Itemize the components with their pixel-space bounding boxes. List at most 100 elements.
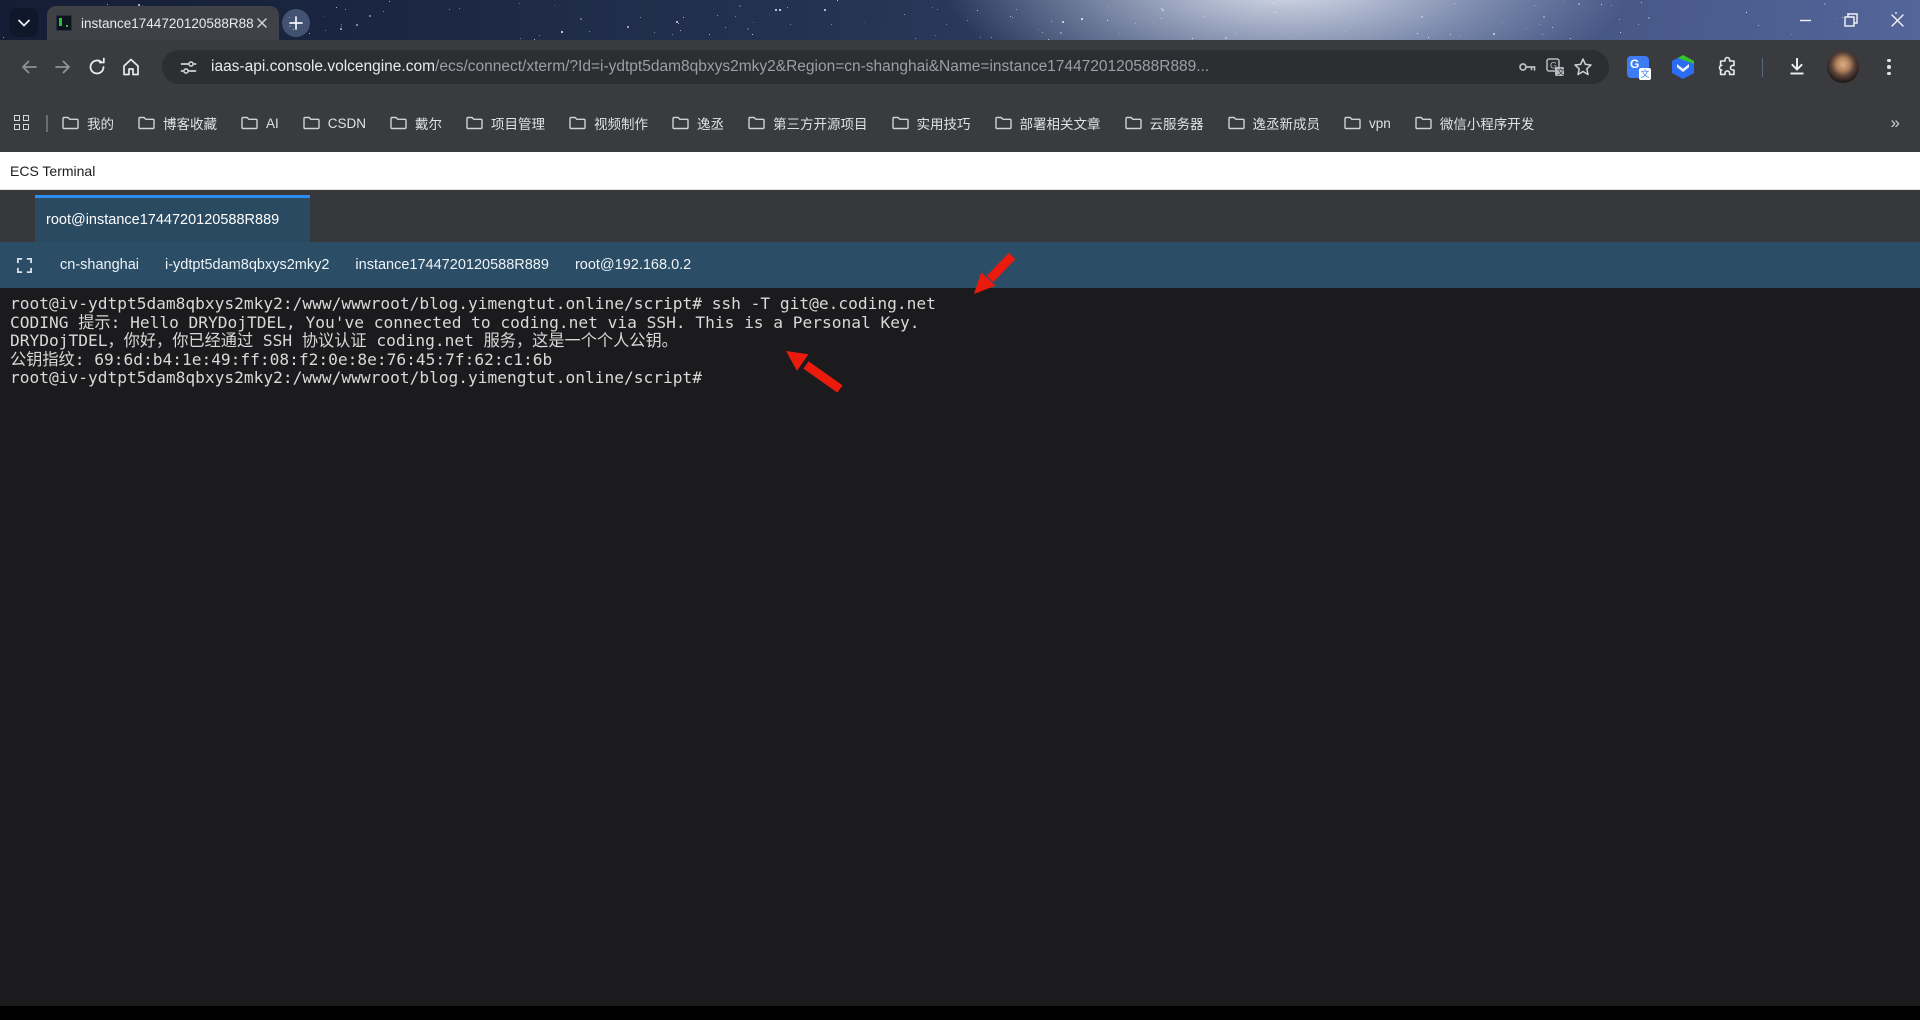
- terminal-line: root@iv-ydtpt5dam8qbxys2mky2:/www/wwwroo…: [10, 369, 1920, 388]
- bookmarks-overflow-chevron[interactable]: »: [1871, 113, 1900, 133]
- new-tab-button[interactable]: [282, 9, 310, 37]
- volcengine-extension-icon[interactable]: [1668, 52, 1698, 82]
- svg-text:文: 文: [1557, 66, 1565, 76]
- bookmark-folder-label: 实用技巧: [917, 113, 971, 133]
- browser-toolbar: iaas-api.console.volcengine.com/ecs/conn…: [0, 40, 1920, 94]
- info-user-host: root@192.168.0.2: [575, 257, 691, 273]
- bookmark-folder-label: CSDN: [328, 116, 366, 131]
- info-instance-id: i-ydtpt5dam8qbxys2mky2: [165, 257, 329, 273]
- forward-button[interactable]: [46, 50, 80, 84]
- browser-tab[interactable]: instance1744720120588R889: [47, 6, 279, 40]
- toolbar-extensions-area: G: [1623, 51, 1904, 83]
- forward-arrow-icon: [53, 57, 73, 77]
- minimize-button[interactable]: [1782, 0, 1828, 40]
- reload-icon: [87, 57, 107, 77]
- terminal-tab-strip: root@instance1744720120588R889: [0, 190, 1920, 242]
- bookmark-folder[interactable]: 微信小程序开发: [1415, 113, 1535, 133]
- ecs-page-header: ECS Terminal: [0, 152, 1920, 190]
- bookmark-folder[interactable]: 我的: [62, 113, 114, 133]
- bookmark-folder-label: 博客收藏: [163, 113, 217, 133]
- chevron-down-icon: [18, 19, 30, 27]
- toolbar-separator: [1762, 58, 1763, 77]
- terminal-session-tab[interactable]: root@instance1744720120588R889: [35, 195, 310, 242]
- bookmark-folder[interactable]: 博客收藏: [138, 113, 217, 133]
- bookmark-folder[interactable]: 第三方开源项目: [748, 113, 868, 133]
- restore-button[interactable]: [1828, 0, 1874, 40]
- browser-tab-strip: instance1744720120588R889: [0, 0, 1920, 40]
- bookmark-folder-label: 逸丞新成员: [1253, 113, 1321, 133]
- bookmark-folder-label: 戴尔: [415, 113, 442, 133]
- folder-icon: [303, 116, 320, 130]
- url-domain: iaas-api.console.volcengine.com: [211, 58, 435, 75]
- bookmark-folder[interactable]: 逸丞新成员: [1228, 113, 1321, 133]
- terminal-session-tab-label: root@instance1744720120588R889: [46, 212, 279, 228]
- folder-icon: [995, 116, 1012, 130]
- folder-icon: [62, 116, 79, 130]
- bookmark-star-icon[interactable]: [1569, 53, 1597, 81]
- bookmark-folder-label: AI: [266, 116, 279, 131]
- bookmarks-bar: 我的 博客收藏 AI CSDN 戴尔 项目管理 视频制作 逸丞 第三方开源项目 …: [0, 94, 1920, 152]
- bookmark-folder-label: vpn: [1369, 116, 1391, 131]
- browser-tab-title: instance1744720120588R889: [81, 16, 253, 31]
- browser-menu-kebab-icon[interactable]: [1874, 52, 1904, 82]
- terminal-output[interactable]: root@iv-ydtpt5dam8qbxys2mky2:/www/wwwroo…: [0, 288, 1920, 1006]
- folder-icon: [241, 116, 258, 130]
- bookmark-folder[interactable]: 项目管理: [466, 113, 545, 133]
- bookmark-folder[interactable]: AI: [241, 116, 279, 131]
- site-settings-tune-icon[interactable]: [174, 53, 202, 81]
- info-instance-name: instance1744720120588R889: [355, 257, 549, 273]
- instance-info-bar: cn-shanghai i-ydtpt5dam8qbxys2mky2 insta…: [0, 242, 1920, 288]
- address-bar[interactable]: iaas-api.console.volcengine.com/ecs/conn…: [162, 50, 1609, 84]
- terminal-line: CODING 提示: Hello DRYDojTDEL, You've conn…: [10, 314, 1920, 333]
- terminal-line: root@iv-ydtpt5dam8qbxys2mky2:/www/wwwroo…: [10, 295, 1920, 314]
- terminal-line: 公钥指纹: 69:6d:b4:1e:49:ff:08:f2:0e:8e:76:4…: [10, 351, 1920, 370]
- password-key-icon[interactable]: [1513, 53, 1541, 81]
- window-controls: [1782, 0, 1920, 40]
- page-title: ECS Terminal: [10, 163, 95, 179]
- folder-icon: [1415, 116, 1432, 130]
- url-text[interactable]: iaas-api.console.volcengine.com/ecs/conn…: [211, 58, 1513, 76]
- folder-icon: [138, 116, 155, 130]
- bookmark-folder[interactable]: 视频制作: [569, 113, 648, 133]
- profile-avatar[interactable]: [1827, 51, 1859, 83]
- folder-icon: [569, 116, 586, 130]
- bookmark-folder-label: 视频制作: [594, 113, 648, 133]
- terminal-line: DRYDojTDEL，你好，你已经通过 SSH 协议认证 coding.net …: [10, 332, 1920, 351]
- downloads-icon[interactable]: [1782, 52, 1812, 82]
- bookmark-folder[interactable]: 逸丞: [672, 113, 724, 133]
- plus-icon: [289, 16, 303, 30]
- translate-page-icon[interactable]: G文: [1541, 53, 1569, 81]
- folder-icon: [1125, 116, 1142, 130]
- info-region: cn-shanghai: [60, 257, 139, 273]
- bookmarks-separator: [46, 115, 48, 132]
- bookmark-folder[interactable]: 云服务器: [1125, 113, 1204, 133]
- back-button[interactable]: [12, 50, 46, 84]
- bookmark-folder[interactable]: vpn: [1344, 116, 1391, 131]
- tab-close-icon[interactable]: [253, 14, 271, 32]
- bookmark-folder-label: 微信小程序开发: [1440, 113, 1535, 133]
- browser-window: instance1744720120588R889 iaas-api.conso…: [0, 0, 1920, 1020]
- folder-icon: [1228, 116, 1245, 130]
- terminal-favicon-icon: [56, 15, 72, 31]
- fullscreen-expand-icon[interactable]: [14, 255, 34, 275]
- bookmark-folder-label: 第三方开源项目: [773, 113, 868, 133]
- reload-button[interactable]: [80, 50, 114, 84]
- tab-search-button[interactable]: [9, 8, 38, 37]
- back-arrow-icon: [19, 57, 39, 77]
- folder-icon: [390, 116, 407, 130]
- folder-icon: [672, 116, 689, 130]
- bookmark-folder[interactable]: 部署相关文章: [995, 113, 1101, 133]
- apps-grid-icon[interactable]: [14, 115, 30, 131]
- extensions-puzzle-icon[interactable]: [1713, 52, 1743, 82]
- bookmark-folder[interactable]: 戴尔: [390, 113, 442, 133]
- bottom-black-bar: [0, 1006, 1920, 1020]
- close-window-button[interactable]: [1874, 0, 1920, 40]
- bookmark-folder[interactable]: 实用技巧: [892, 113, 971, 133]
- bookmark-folder-label: 云服务器: [1150, 113, 1204, 133]
- bookmark-folder-label: 部署相关文章: [1020, 113, 1101, 133]
- google-translate-extension-icon[interactable]: G: [1623, 52, 1653, 82]
- bookmark-folder-label: 项目管理: [491, 113, 545, 133]
- bookmark-folder[interactable]: CSDN: [303, 116, 366, 131]
- home-button[interactable]: [114, 50, 148, 84]
- bookmark-folder-label: 我的: [87, 113, 114, 133]
